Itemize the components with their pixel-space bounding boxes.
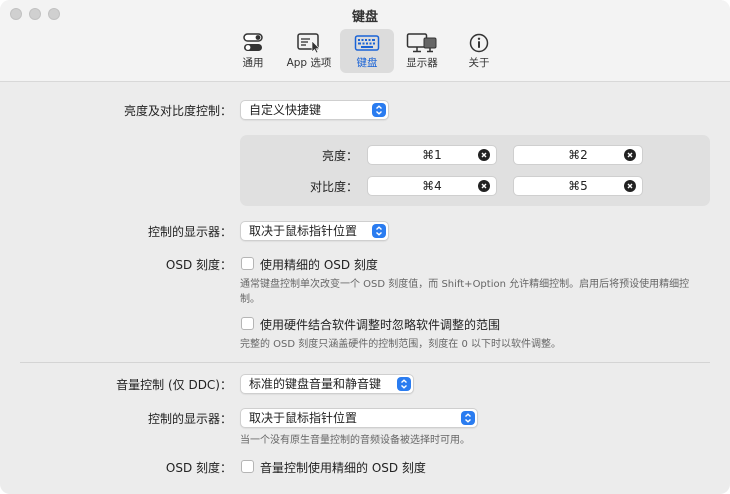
clear-shortcut-icon[interactable] (478, 180, 490, 192)
volume-control-popup[interactable]: 标准的键盘音量和静音键 (240, 374, 414, 394)
tab-about-label: 关于 (468, 57, 490, 69)
brightness-shortcut-label: 亮度： (321, 149, 358, 163)
brightness-down-shortcut[interactable]: ⌘1 (367, 145, 497, 165)
brightness-display-label: 控制的显示器： (147, 225, 232, 239)
popup-stepper-icon (397, 377, 411, 391)
contrast-up-shortcut[interactable]: ⌘5 (513, 176, 643, 196)
tab-app-options[interactable]: App 选项 (282, 29, 336, 73)
contrast-up-shortcut-value: ⌘5 (568, 179, 588, 193)
brightness-down-shortcut-value: ⌘1 (422, 148, 442, 162)
tab-about[interactable]: 关于 (458, 29, 500, 73)
window-title: 键盘 (351, 10, 378, 25)
tab-general-label: 通用 (242, 57, 264, 69)
popup-stepper-icon (461, 411, 475, 425)
tab-app-options-label: App 选项 (286, 57, 332, 69)
volume-display-label: 控制的显示器： (147, 412, 232, 426)
volume-control-label: 音量控制 (仅 DDC)： (116, 378, 232, 392)
brightness-up-shortcut[interactable]: ⌘2 (513, 145, 643, 165)
fine-osd-note: 通常键盘控制单次改变一个 OSD 刻度值，而 Shift+Option 允许精细… (240, 279, 690, 305)
info-icon (469, 33, 489, 53)
fine-osd-checkbox[interactable] (241, 257, 254, 270)
volume-control-value: 标准的键盘音量和静音键 (249, 377, 382, 391)
keyboard-icon (354, 35, 380, 51)
tab-keyboard[interactable]: 键盘 (340, 29, 394, 73)
hw-sw-checkbox[interactable] (241, 317, 254, 330)
brightness-up-shortcut-value: ⌘2 (568, 148, 588, 162)
brightness-control-popup[interactable]: 自定义快捷键 (240, 100, 389, 120)
volume-fine-osd-checkbox[interactable] (241, 460, 254, 473)
clear-shortcut-icon[interactable] (624, 149, 636, 161)
tab-keyboard-label: 键盘 (356, 57, 378, 69)
contrast-down-shortcut[interactable]: ⌘4 (367, 176, 497, 196)
brightness-display-popup[interactable]: 取决于鼠标指针位置 (240, 221, 389, 241)
clear-shortcut-icon[interactable] (478, 149, 490, 161)
brightness-osd-label: OSD 刻度： (165, 258, 232, 272)
tab-general[interactable]: 通用 (232, 29, 274, 73)
tab-displays-label: 显示器 (406, 57, 438, 69)
displays-icon (406, 33, 437, 53)
clear-shortcut-icon[interactable] (624, 180, 636, 192)
volume-osd-label: OSD 刻度： (165, 461, 232, 475)
volume-display-value: 取决于鼠标指针位置 (249, 411, 358, 425)
hw-sw-note: 完整的 OSD 刻度只涵盖硬件的控制范围，刻度在 0 以下时以软件调整。 (240, 339, 561, 350)
popup-stepper-icon (372, 103, 386, 117)
app-window-icon (297, 33, 321, 54)
preferences-window: 键盘 通用 App 选项 键盘 显示器 关于 亮度及对比度控制： 自定义快捷键 … (0, 0, 730, 494)
brightness-display-value: 取决于鼠标指针位置 (249, 224, 358, 238)
tab-displays[interactable]: 显示器 (398, 29, 446, 73)
fine-osd-checkbox-label: 使用精细的 OSD 刻度 (260, 258, 378, 272)
contrast-down-shortcut-value: ⌘4 (422, 179, 442, 193)
hw-sw-checkbox-label: 使用硬件结合软件调整时忽略软件调整的范围 (260, 318, 501, 332)
volume-fine-osd-checkbox-label: 音量控制使用精细的 OSD 刻度 (260, 461, 426, 475)
volume-display-note: 当一个没有原生音量控制的音频设备被选择时可用。 (240, 435, 470, 446)
title-bar: 键盘 通用 App 选项 键盘 显示器 关于 (0, 0, 730, 82)
volume-display-popup[interactable]: 取决于鼠标指针位置 (240, 408, 478, 428)
popup-stepper-icon (372, 224, 386, 238)
switch-icon (243, 33, 263, 51)
brightness-control-value: 自定义快捷键 (249, 103, 322, 117)
contrast-shortcut-label: 对比度： (309, 180, 358, 194)
section-divider (20, 362, 710, 363)
brightness-control-label: 亮度及对比度控制： (123, 104, 232, 118)
